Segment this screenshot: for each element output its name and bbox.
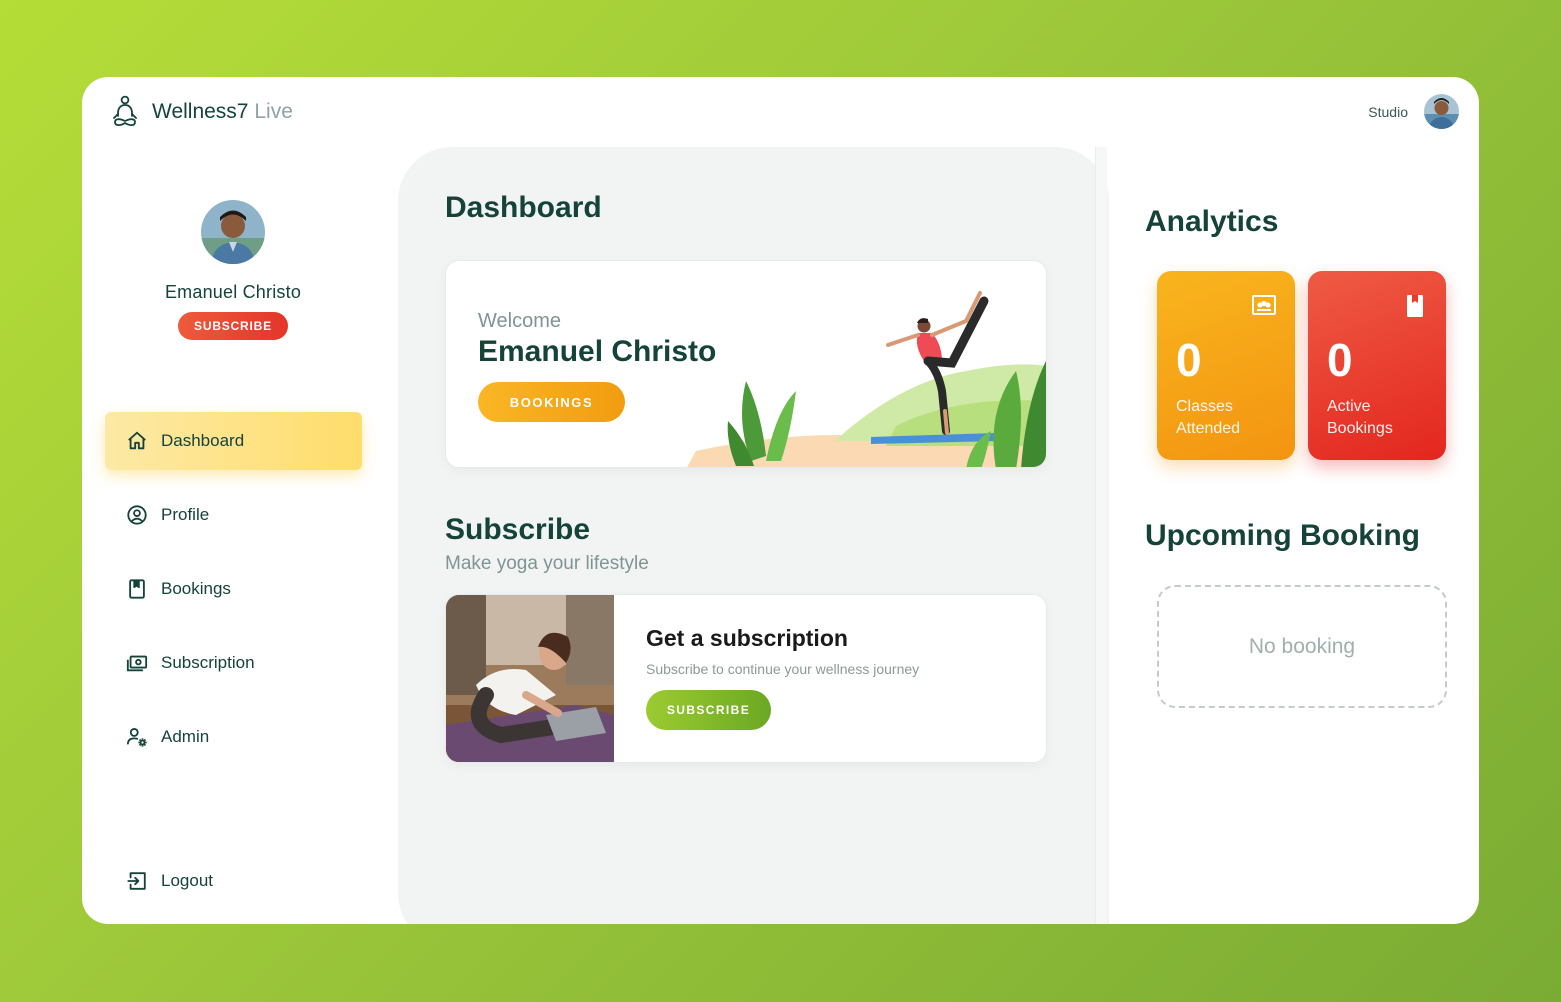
brand[interactable]: Wellness7 Live bbox=[110, 95, 293, 129]
sidebar-item-profile[interactable]: Profile bbox=[105, 486, 362, 544]
classes-attended-value: 0 bbox=[1176, 334, 1202, 386]
logout-button[interactable]: Logout bbox=[105, 852, 362, 910]
bookmark-icon bbox=[129, 579, 145, 599]
sidebar-item-bookings[interactable]: Bookings bbox=[105, 560, 362, 618]
subscription-card: Get a subscription Subscribe to continue… bbox=[445, 594, 1047, 763]
no-booking-placeholder: No booking bbox=[1157, 585, 1447, 708]
app-window: Wellness7 Live Studio Emanuel Christo SU… bbox=[82, 77, 1479, 924]
upcoming-booking-title: Upcoming Booking bbox=[1145, 519, 1420, 552]
classes-attended-card[interactable]: 0 Classes Attended bbox=[1157, 271, 1295, 460]
bookings-button[interactable]: BOOKINGS bbox=[478, 382, 625, 422]
classes-attended-label: Classes Attended bbox=[1176, 398, 1241, 437]
studio-link[interactable]: Studio bbox=[1368, 104, 1408, 120]
header-avatar[interactable] bbox=[1424, 94, 1459, 129]
yoga-laptop-photo bbox=[446, 595, 614, 762]
no-booking-text: No booking bbox=[1248, 634, 1356, 658]
sidebar-item-label: Bookings bbox=[161, 579, 231, 598]
active-bookings-card[interactable]: 0 Active Bookings bbox=[1308, 271, 1446, 460]
subscribe-section-subtitle: Make yoga your lifestyle bbox=[445, 553, 649, 574]
brand-name: Wellness7 Live bbox=[152, 100, 293, 124]
welcome-greeting: Welcome bbox=[478, 310, 561, 332]
user-circle-icon bbox=[127, 505, 147, 525]
avatar-image bbox=[1424, 94, 1459, 129]
sidebar-item-label: Admin bbox=[161, 727, 210, 746]
brand-title: Wellness7 bbox=[152, 100, 249, 123]
user-gear-icon bbox=[126, 728, 147, 747]
home-icon bbox=[128, 431, 146, 450]
sidebar-item-subscription[interactable]: Subscription bbox=[105, 634, 362, 692]
subscription-card-description: Subscribe to continue your wellness jour… bbox=[646, 661, 920, 677]
yoga-illustration bbox=[687, 291, 1046, 467]
sidebar-item-dashboard[interactable]: Dashboard bbox=[105, 412, 362, 470]
sidebar-item-label: Profile bbox=[161, 505, 210, 524]
sidebar-item-label: Subscription bbox=[161, 653, 255, 672]
classroom-icon bbox=[1252, 295, 1276, 315]
subscribe-badge-button[interactable]: SUBSCRIBE bbox=[178, 312, 288, 340]
logout-icon bbox=[127, 872, 146, 890]
logout-label: Logout bbox=[161, 871, 213, 890]
welcome-card: Welcome Emanuel Christo BOOKINGS bbox=[445, 260, 1047, 468]
sidebar-item-admin[interactable]: Admin bbox=[105, 708, 362, 766]
money-icon bbox=[126, 655, 148, 672]
profile-name: Emanuel Christo bbox=[164, 282, 302, 302]
active-bookings-label: Active Bookings bbox=[1327, 398, 1393, 437]
sidebar-nav: Dashboard Profile Bookings Subscription bbox=[105, 412, 362, 782]
brand-suffix: Live bbox=[254, 100, 293, 123]
bookmark-icon bbox=[1407, 295, 1423, 317]
sidebar-profile: Emanuel Christo SUBSCRIBE bbox=[82, 200, 384, 340]
active-bookings-value: 0 bbox=[1327, 334, 1353, 386]
avatar-image bbox=[201, 200, 265, 264]
subscribe-section-title: Subscribe bbox=[445, 513, 591, 546]
avatar[interactable] bbox=[201, 200, 265, 264]
header-actions: Studio bbox=[1368, 94, 1459, 129]
page-title: Dashboard bbox=[445, 191, 602, 224]
panel-divider bbox=[1095, 147, 1107, 924]
meditation-icon bbox=[113, 95, 137, 127]
sidebar-item-label: Dashboard bbox=[161, 431, 245, 450]
subscribe-button[interactable]: SUBSCRIBE bbox=[646, 690, 771, 730]
subscription-card-title: Get a subscription bbox=[646, 625, 848, 651]
analytics-title: Analytics bbox=[1145, 205, 1279, 238]
